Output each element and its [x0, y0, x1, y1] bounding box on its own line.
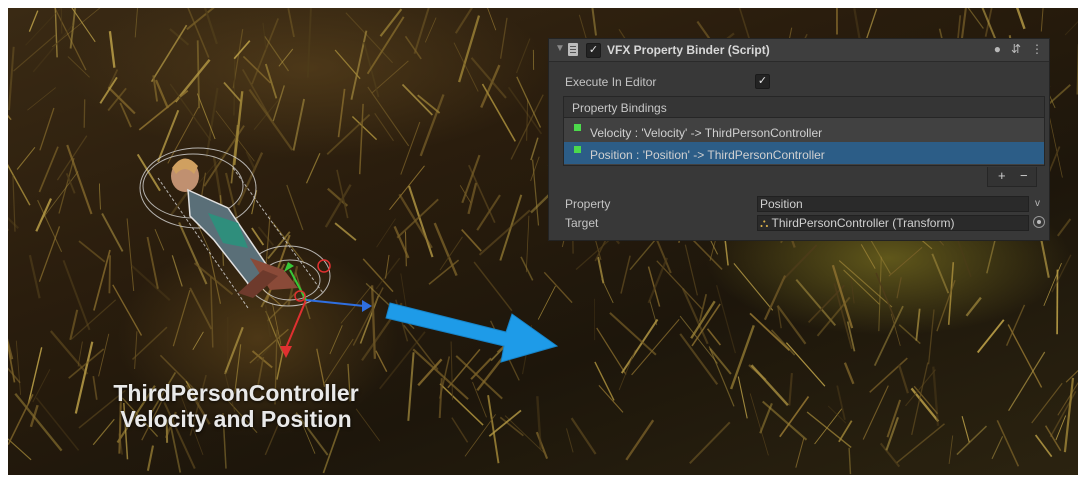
property-bindings-label: Property Bindings [572, 101, 667, 115]
property-bindings-list: Velocity : 'Velocity' -> ThirdPersonCont… [563, 118, 1045, 166]
property-value: Position [760, 197, 803, 211]
overlay-caption: ThirdPersonController Velocity and Posit… [66, 380, 406, 432]
property-bindings-header: Property Bindings [563, 96, 1045, 118]
list-add-remove: + − [987, 167, 1037, 187]
binding-row-position[interactable]: Position : 'Position' -> ThirdPersonCont… [564, 142, 1044, 164]
inspector-component-panel: ▼ ✓ VFX Property Binder (Script) ● ⇵ ⋮ Exe… [548, 38, 1050, 241]
caption-line-2: Velocity and Position [120, 406, 352, 432]
preset-icon[interactable]: ⇵ [1011, 42, 1021, 56]
object-picker-icon[interactable] [1033, 216, 1045, 228]
target-object-field[interactable]: ⛬ ThirdPersonController (Transform) [757, 215, 1029, 231]
property-dropdown[interactable]: Position [757, 196, 1029, 212]
add-binding-button[interactable]: + [998, 168, 1006, 183]
more-menu-icon[interactable]: ⋮ [1031, 42, 1043, 56]
caption-line-1: ThirdPersonController [113, 380, 359, 406]
script-icon [568, 43, 578, 56]
remove-binding-button[interactable]: − [1020, 168, 1028, 183]
transform-icon: ⛬ [760, 216, 769, 230]
target-value: ThirdPersonController (Transform) [771, 216, 955, 230]
execute-in-editor-label: Execute In Editor [565, 75, 657, 89]
binding-marker-icon [574, 124, 581, 131]
execute-in-editor-checkbox[interactable]: ✓ [755, 74, 770, 89]
binding-label: Position : 'Position' -> ThirdPersonCont… [590, 148, 825, 162]
binding-marker-icon [574, 146, 581, 153]
component-header[interactable]: ▼ ✓ VFX Property Binder (Script) ● ⇵ ⋮ [549, 39, 1049, 62]
component-enabled-checkbox[interactable]: ✓ [586, 43, 601, 58]
foldout-arrow-icon[interactable]: ▼ [555, 43, 565, 54]
dropdown-arrow-icon[interactable]: v [1035, 198, 1040, 209]
binding-label: Velocity : 'Velocity' -> ThirdPersonCont… [590, 126, 823, 140]
header-icons: ● ⇵ ⋮ [984, 42, 1043, 56]
target-label: Target [565, 216, 599, 230]
binding-row-velocity[interactable]: Velocity : 'Velocity' -> ThirdPersonCont… [564, 120, 1044, 142]
property-label: Property [565, 197, 611, 211]
component-title: VFX Property Binder (Script) [607, 43, 770, 57]
help-icon[interactable]: ● [994, 42, 1001, 56]
